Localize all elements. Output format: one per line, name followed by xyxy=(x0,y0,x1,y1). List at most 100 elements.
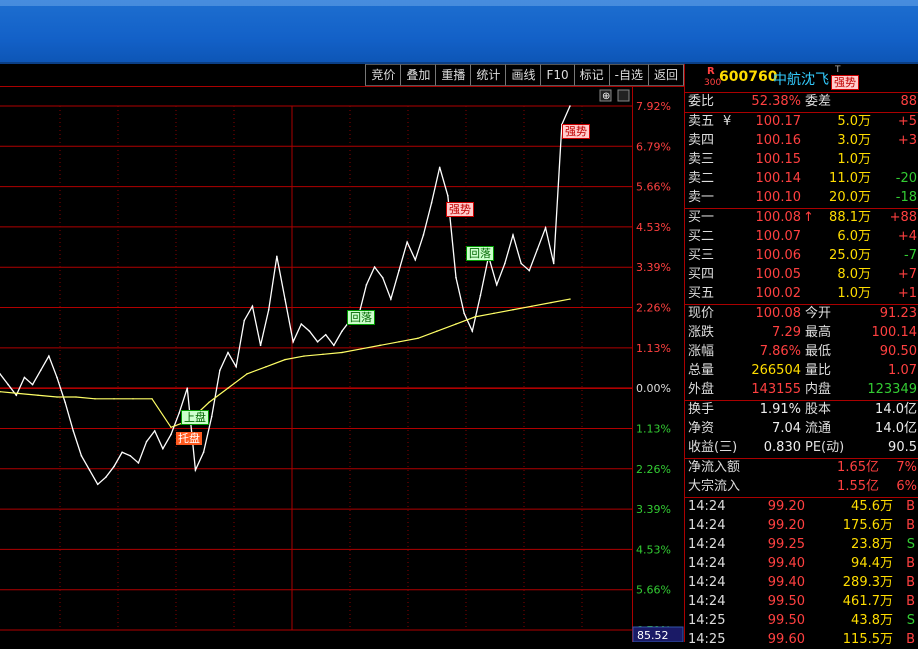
stat-label: PE(动) xyxy=(805,440,845,455)
toolbar-button-3[interactable]: 统计 xyxy=(470,64,506,86)
average-point xyxy=(493,312,495,315)
price-point xyxy=(463,312,465,315)
sell-level-change: -18 xyxy=(895,190,917,205)
price-point xyxy=(455,276,457,279)
price-point xyxy=(341,330,343,332)
buy-level-volume: 8.0万 xyxy=(837,267,871,282)
buy-level-price: 100.02 xyxy=(755,286,802,301)
stat-row: 涨跌 7.29 最高 100.14 xyxy=(685,323,918,342)
stat-label: 换手 xyxy=(688,402,715,417)
price-point xyxy=(39,369,42,372)
buy-level-price: 100.07 xyxy=(755,229,802,244)
toolbar-button-5[interactable]: F10 xyxy=(540,64,574,86)
sell-level-change: +5 xyxy=(897,114,917,129)
y-tick-label: 4.53% xyxy=(636,543,671,556)
toolbar-button-1[interactable]: 叠加 xyxy=(400,64,436,86)
stat-label: 涨幅 xyxy=(688,344,715,359)
sell-level-volume: 11.0万 xyxy=(829,171,871,186)
y-tick-label: 7.92% xyxy=(636,100,671,113)
toolbar-button-0[interactable]: 竞价 xyxy=(365,64,401,86)
price-point xyxy=(64,401,66,404)
flow-percent: 7% xyxy=(896,460,917,475)
stat-row: 现价 100.08 今开 91.23 xyxy=(685,304,918,323)
toolbar-button-4[interactable]: 画线 xyxy=(505,64,541,86)
flow-percent: 6% xyxy=(896,479,917,494)
stat-label: 最高 xyxy=(805,325,832,340)
tick-time: 14:24 xyxy=(688,499,726,514)
average-point xyxy=(474,316,476,318)
weicha-value: 88 xyxy=(900,94,917,109)
flow-value: 1.65亿 xyxy=(837,460,879,475)
chart-annotation-tag: 回落 xyxy=(347,310,375,325)
stat-value: 7.86% xyxy=(759,344,801,359)
y-tick-label: 2.26% xyxy=(636,463,671,476)
stat-value: 100.08 xyxy=(755,306,802,321)
tick-row: 14:25 99.60 115.5万 B xyxy=(685,630,918,649)
sell-level-label: 卖四 xyxy=(688,133,715,148)
price-point xyxy=(479,294,482,297)
price-point xyxy=(121,451,123,454)
average-point xyxy=(208,401,210,404)
stock-header[interactable]: R 300 600760 中航沈飞 T 强势 xyxy=(685,64,918,92)
price-point xyxy=(365,284,368,286)
tick-time: 14:25 xyxy=(688,613,726,628)
price-point xyxy=(495,284,498,286)
toolbar-button-8[interactable]: 返回 xyxy=(647,64,684,86)
flow-row: 净流入额 1.65亿 7% xyxy=(685,458,918,477)
tick-row: 14:24 99.20 175.6万 B xyxy=(685,516,918,535)
stat-label: 外盘 xyxy=(688,382,715,397)
average-point xyxy=(265,366,267,368)
buy-level-volume: 6.0万 xyxy=(837,229,871,244)
average-point xyxy=(322,353,324,355)
stat-row: 收益(三) 0.830 PE(动) 90.5 xyxy=(685,438,918,457)
buy-level-row: 买一 100.08 ↑ 88.1万 +88 xyxy=(685,208,918,227)
average-point xyxy=(113,398,115,400)
y-tick-label: 1.13% xyxy=(636,342,671,355)
tick-side: B xyxy=(906,632,915,647)
average-point xyxy=(227,387,229,389)
tick-price: 99.50 xyxy=(767,594,805,609)
price-point xyxy=(162,447,164,450)
price-point xyxy=(72,430,75,432)
y-tick-label: 4.53% xyxy=(636,221,671,234)
buy-level-volume: 1.0万 xyxy=(837,286,871,301)
buy-level-price: 100.06 xyxy=(755,248,802,263)
average-point xyxy=(303,355,305,357)
sell-level-volume: 1.0万 xyxy=(837,152,871,167)
y-tick-label: 0.00% xyxy=(636,382,671,395)
y-tick-label: 5.66% xyxy=(636,181,671,194)
tick-time: 14:25 xyxy=(688,632,726,647)
stock-name: 中航沈飞 xyxy=(773,72,829,88)
price-point xyxy=(243,319,246,322)
stat-value: 143155 xyxy=(751,382,801,397)
chart-annotation-tag: 强势 xyxy=(562,124,590,139)
price-point xyxy=(267,308,270,311)
sell-level-price: 100.16 xyxy=(755,133,802,148)
average-point xyxy=(531,305,533,307)
tick-price: 99.40 xyxy=(767,575,805,590)
stat-value: 0.830 xyxy=(763,440,801,455)
buy-level-price: 100.08 xyxy=(755,210,802,225)
sell-level-price: 100.17 xyxy=(755,114,802,129)
panel-toggle-icon[interactable] xyxy=(617,89,630,102)
tick-time: 14:24 xyxy=(688,537,726,552)
price-point xyxy=(536,248,539,251)
tick-price: 99.40 xyxy=(767,556,805,571)
buy-level-row: 买三 100.06 25.0万 -7 xyxy=(685,246,918,265)
toolbar-button-2[interactable]: 重播 xyxy=(435,64,471,86)
buy-level-row: 买四 100.05 8.0万 +7 xyxy=(685,265,918,284)
sell-level-row: 卖三 100.15 1.0万 xyxy=(685,150,918,169)
y-tick-label: 3.39% xyxy=(636,261,671,274)
toolbar-button-6[interactable]: 标记 xyxy=(573,64,609,86)
tick-row: 14:25 99.50 43.8万 S xyxy=(685,611,918,630)
tick-row: 14:24 99.40 289.3万 B xyxy=(685,573,918,592)
tick-time: 14:24 xyxy=(688,518,726,533)
tick-volume: 115.5万 xyxy=(842,632,893,647)
price-point xyxy=(219,369,221,372)
toolbar-button-7[interactable]: -自选 xyxy=(608,64,648,86)
tick-side: B xyxy=(906,499,915,514)
sell-level-label: 卖一 xyxy=(688,190,715,205)
chart-annotation-tag: 回落 xyxy=(466,246,494,261)
price-point xyxy=(210,415,213,418)
stat-label: 现价 xyxy=(688,306,715,321)
